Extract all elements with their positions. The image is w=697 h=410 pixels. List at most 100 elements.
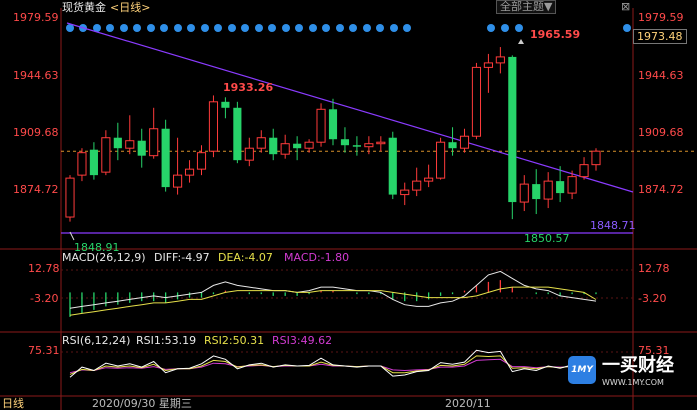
candle-body [125,140,135,149]
candle-body [424,177,434,182]
rsi1-value: RSI1:53.19 [136,334,197,347]
candle [184,160,195,183]
rsi1-line [69,349,597,378]
candle-body [208,101,219,152]
candle-body [280,143,290,155]
high-label-left: 1933.26 [223,81,274,94]
event-dot [322,24,330,32]
candle [113,122,122,161]
logo-icon: 1MY [568,356,596,384]
period-label[interactable]: 日线 [2,398,24,410]
candle [149,107,159,159]
event-dot [214,24,222,32]
candle-body [161,128,170,188]
event-dot [487,24,495,32]
candle-body [495,56,505,64]
event-dot [268,24,276,32]
all-indicators-button[interactable]: 全部主题▼ [496,0,557,14]
macd-tick: -3.20 [638,292,667,305]
candle-body [173,174,183,188]
event-dot [623,24,631,32]
event-dot [282,24,290,32]
candle [137,128,146,168]
candle [388,131,397,200]
candle [328,98,338,146]
macd-tick: -3.20 [30,292,59,305]
rsi-title: RSI(6,12,24) [62,334,131,347]
candle [591,148,601,171]
candle [532,169,541,215]
event-dot [255,24,263,32]
candle-body [352,145,361,147]
candle-body [328,109,338,140]
month-label: 2020/11 [445,397,491,410]
candle-body [556,181,565,194]
event-dot [515,24,523,32]
candle-body [316,108,326,143]
event-dot [228,24,236,32]
event-dot [501,24,509,32]
candle-body [436,141,446,179]
event-dot [390,24,398,32]
event-dot [241,24,249,32]
left-price-tick: 1909.68 [13,126,59,139]
right-price-tick: 1944.63 [638,69,684,82]
candle-body [448,142,457,149]
candle [269,128,278,161]
candle-body [149,128,159,157]
event-dot [147,24,155,32]
candle-body [221,101,230,108]
candle [65,175,75,222]
candle-body [519,183,529,203]
candle [412,167,422,197]
candle-body [269,137,278,155]
candle [543,172,553,209]
event-dot [309,24,317,32]
macd-diff-value: DIFF:-4.97 [154,251,210,264]
candle [436,137,446,180]
macd-value: MACD:-1.80 [284,251,350,264]
candle-body [137,140,146,156]
candle [519,175,529,212]
current-price-box: 1973.48 [633,29,687,44]
candle-body [483,62,493,68]
candle [316,103,326,147]
event-dot [201,24,209,32]
event-dot [160,24,168,32]
right-price-tick: 1874.72 [638,183,684,196]
macd-dea-value: DEA:-4.07 [218,251,273,264]
event-dot [376,24,384,32]
event-dot [349,24,357,32]
candle [483,53,493,93]
period-selector[interactable]: <日线> [110,2,150,14]
candle [293,136,302,161]
candle-body [591,150,601,166]
chart-canvas[interactable] [0,0,697,410]
candle-body [233,107,242,161]
candle [244,137,254,167]
candle-body [77,152,87,176]
event-dot [363,24,371,32]
candle [173,137,183,195]
macd-tick: 12.78 [638,262,670,275]
close-icon[interactable]: ⊠ [621,1,630,13]
candle [579,157,589,180]
macd-tick: 12.78 [28,262,60,275]
candle [304,139,314,153]
high-label-right: 1965.59 [530,28,581,41]
candle-body [304,141,314,149]
symbol-title: 现货黄金 [62,1,106,14]
watermark-title: 一买财经 [602,355,674,376]
event-dot [295,24,303,32]
marker-icon [518,39,524,44]
rsi2-value: RSI2:50.31 [204,334,265,347]
left-price-tick: 1979.59 [13,11,59,24]
right-price-tick: 1909.68 [638,126,684,139]
candle [280,134,290,159]
candle-body [508,56,517,203]
candle [459,128,470,153]
event-dot [336,24,344,32]
rsi3-value: RSI3:49.62 [272,334,333,347]
candle [208,95,219,158]
candle [161,119,170,192]
